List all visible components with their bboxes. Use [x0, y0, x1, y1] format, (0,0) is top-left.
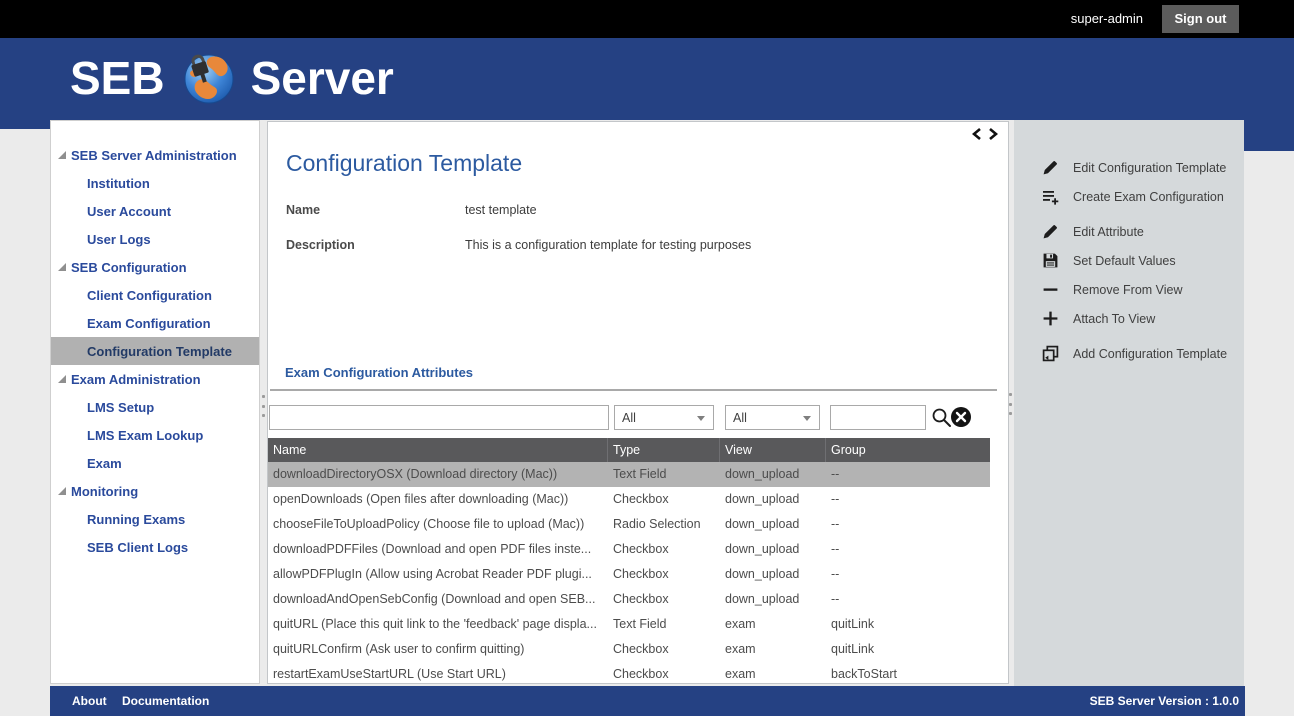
- create-exam-configuration-action[interactable]: Create Exam Configuration: [1014, 182, 1244, 211]
- tree-collapse-icon[interactable]: [58, 263, 66, 271]
- column-header-type[interactable]: Type: [608, 438, 720, 462]
- type-filter-dropdown[interactable]: All: [614, 405, 714, 430]
- sidebar-item-exam-configuration[interactable]: Exam Configuration: [51, 309, 259, 337]
- minus-icon: [1042, 281, 1059, 298]
- app-header: SEB Server: [0, 38, 1294, 120]
- description-field-row: Description This is a configuration temp…: [286, 238, 751, 252]
- pencil-icon: [1042, 223, 1059, 240]
- attributes-section-title: Exam Configuration Attributes: [285, 365, 473, 380]
- pencil-icon: [1042, 159, 1059, 176]
- footer-bar: About Documentation SEB Server Version :…: [50, 686, 1245, 716]
- table-row[interactable]: chooseFileToUploadPolicy (Choose file to…: [268, 512, 990, 537]
- sidebar-item-running-exams[interactable]: Running Exams: [51, 505, 259, 533]
- column-header-name[interactable]: Name: [268, 438, 608, 462]
- brand-text-seb: SEB: [70, 51, 165, 105]
- sidebar-resize-handle[interactable]: [261, 395, 265, 417]
- table-row[interactable]: restartExamUseStartURL (Use Start URL) C…: [268, 662, 990, 684]
- attach-to-view-action[interactable]: Attach To View: [1014, 304, 1244, 333]
- footer: About Documentation SEB Server Version :…: [0, 686, 1294, 716]
- description-field-label: Description: [286, 238, 465, 252]
- seb-globe-lock-logo-icon: [181, 50, 237, 106]
- prev-icon[interactable]: [972, 127, 982, 141]
- sidebar-item-seb-server-administration[interactable]: SEB Server Administration: [51, 141, 259, 169]
- sidebar-item-monitoring[interactable]: Monitoring: [51, 477, 259, 505]
- topbar: super-admin Sign out: [0, 0, 1294, 38]
- copy-icon: [1042, 345, 1059, 362]
- add-configuration-template-action[interactable]: Add Configuration Template: [1014, 339, 1244, 368]
- name-field-value: test template: [465, 203, 537, 217]
- table-row[interactable]: downloadAndOpenSebConfig (Download and o…: [268, 587, 990, 612]
- brand-text-server: Server: [251, 51, 394, 105]
- header-blue-extension-right: [1244, 120, 1294, 151]
- set-default-values-action[interactable]: Set Default Values: [1014, 246, 1244, 275]
- content-card: Configuration Template Name test templat…: [267, 121, 1009, 684]
- header-blue-extension-left: [0, 120, 50, 129]
- sidebar-item-institution[interactable]: Institution: [51, 169, 259, 197]
- column-header-group[interactable]: Group: [826, 438, 990, 462]
- table-row[interactable]: allowPDFPlugIn (Allow using Acrobat Read…: [268, 562, 990, 587]
- tree-collapse-icon[interactable]: [58, 151, 66, 159]
- name-field-label: Name: [286, 203, 465, 217]
- table-row[interactable]: downloadPDFFiles (Download and open PDF …: [268, 537, 990, 562]
- create-list-icon: [1042, 188, 1059, 205]
- sidebar-item-client-configuration[interactable]: Client Configuration: [51, 281, 259, 309]
- table-row[interactable]: quitURLConfirm (Ask user to confirm quit…: [268, 637, 990, 662]
- name-field-row: Name test template: [286, 203, 537, 217]
- edit-configuration-template-action[interactable]: Edit Configuration Template: [1014, 153, 1244, 182]
- plus-icon: [1042, 310, 1059, 327]
- table-row[interactable]: downloadDirectoryOSX (Download directory…: [268, 462, 990, 487]
- documentation-link[interactable]: Documentation: [122, 694, 209, 708]
- chevron-down-icon: [803, 416, 811, 421]
- description-field-value: This is a configuration template for tes…: [465, 238, 751, 252]
- table-header-row: Name Type View Group: [268, 438, 990, 462]
- version-label: SEB Server Version : 1.0.0: [1090, 694, 1239, 708]
- sidebar-item-user-account[interactable]: User Account: [51, 197, 259, 225]
- section-divider: [270, 389, 997, 391]
- attributes-table: Name Type View Group downloadDirectoryOS…: [268, 438, 990, 684]
- card-pagination: [972, 127, 998, 141]
- sidebar-item-seb-client-logs[interactable]: SEB Client Logs: [51, 533, 259, 561]
- tree-collapse-icon[interactable]: [58, 487, 66, 495]
- tree-collapse-icon[interactable]: [58, 375, 66, 383]
- view-filter-dropdown[interactable]: All: [725, 405, 820, 430]
- logged-in-username: super-admin: [1071, 11, 1143, 26]
- about-link[interactable]: About: [72, 694, 107, 708]
- actions-panel: Edit Configuration Template Create Exam …: [1014, 120, 1244, 686]
- page-title: Configuration Template: [286, 150, 522, 177]
- sidebar-item-lms-exam-lookup[interactable]: LMS Exam Lookup: [51, 421, 259, 449]
- sign-out-button[interactable]: Sign out: [1162, 5, 1239, 33]
- chevron-down-icon: [697, 416, 705, 421]
- sidebar-item-lms-setup[interactable]: LMS Setup: [51, 393, 259, 421]
- sidebar-item-seb-configuration[interactable]: SEB Configuration: [51, 253, 259, 281]
- sidebar-item-exam-administration[interactable]: Exam Administration: [51, 365, 259, 393]
- sidebar-item-configuration-template[interactable]: Configuration Template: [51, 337, 259, 365]
- column-header-view[interactable]: View: [720, 438, 826, 462]
- name-filter-input[interactable]: [269, 405, 609, 430]
- save-icon: [1042, 252, 1059, 269]
- type-filter-value: All: [622, 411, 636, 425]
- next-icon[interactable]: [988, 127, 998, 141]
- view-filter-value: All: [733, 411, 747, 425]
- brand: SEB Server: [70, 50, 394, 106]
- remove-from-view-action[interactable]: Remove From View: [1014, 275, 1244, 304]
- attributes-filter-row: All All: [269, 405, 997, 431]
- sidebar-navigation: SEB Server Administration Institution Us…: [50, 120, 260, 684]
- table-row[interactable]: openDownloads (Open files after download…: [268, 487, 990, 512]
- edit-attribute-action[interactable]: Edit Attribute: [1014, 217, 1244, 246]
- sidebar-item-user-logs[interactable]: User Logs: [51, 225, 259, 253]
- group-filter-input[interactable]: [830, 405, 926, 430]
- clear-filter-icon[interactable]: [950, 406, 972, 428]
- table-row[interactable]: quitURL (Place this quit link to the 'fe…: [268, 612, 990, 637]
- sidebar-item-exam[interactable]: Exam: [51, 449, 259, 477]
- search-icon[interactable]: [931, 407, 952, 428]
